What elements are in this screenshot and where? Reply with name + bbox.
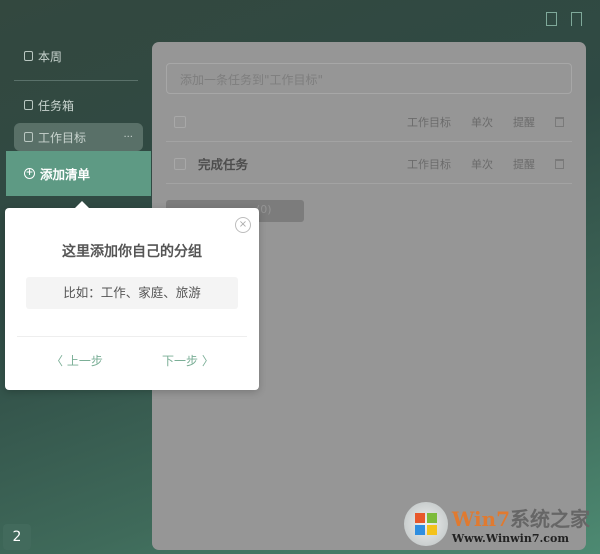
task-title[interactable]: 完成任务 [198,154,248,173]
list-icon [24,51,33,61]
next-step-button[interactable]: 下一步 〉 [162,352,214,369]
divider [17,336,247,337]
task-repeat[interactable]: 单次 [471,156,493,172]
task-row[interactable]: 完成任务 工作目标 单次 提醒 [166,144,572,184]
task-remind[interactable]: 提醒 [513,114,535,130]
task-checkbox[interactable] [174,157,186,170]
add-task-input[interactable]: 添加一条任务到"工作目标" [166,63,572,94]
top-toolbar [546,12,582,26]
list-icon [24,132,33,142]
sidebar-item-inbox[interactable]: 任务箱 [0,91,152,119]
task-row[interactable]: 工作目标 单次 提醒 [166,102,572,142]
sidebar-item-label: 工作目标 [38,130,87,145]
add-list-button[interactable]: + 添加清单 [6,151,151,196]
bookmark-icon[interactable] [571,12,582,26]
task-remind[interactable]: 提醒 [513,156,535,172]
trash-icon[interactable] [555,158,564,169]
sidebar-item-work-goals[interactable]: 工作目标 ··· [14,123,143,151]
sidebar-item-week[interactable]: 本周 [0,42,152,70]
sidebar: 本周 任务箱 工作目标 ··· + 添加清单 [0,40,152,196]
popup-title: 这里添加你自己的分组 [62,244,202,260]
prev-step-button[interactable]: 〈 上一步 [51,352,103,369]
watermark-brand-cn: 系统之家 [510,507,590,531]
sidebar-item-label: 本周 [38,49,63,64]
trash-icon[interactable] [555,116,564,127]
list-view-icon[interactable] [546,12,557,26]
list-icon [24,100,33,110]
plus-circle-icon: + [24,168,35,179]
popup-example: 比如：工作、家庭、旅游 [26,277,238,309]
divider [14,80,138,81]
add-list-label: 添加清单 [40,167,91,182]
notification-badge[interactable]: 2 [3,524,31,550]
more-icon[interactable]: ··· [123,132,133,143]
windows-logo-icon [403,502,448,546]
close-icon[interactable]: × [235,217,251,233]
task-repeat[interactable]: 单次 [471,114,493,130]
sidebar-item-label: 任务箱 [38,98,75,113]
task-list[interactable]: 工作目标 [407,156,451,172]
task-checkbox[interactable] [174,115,186,128]
watermark-brand: Win7 [451,507,510,531]
watermark: Win7系统之家 Www.Winwin7.com [403,502,590,546]
guide-popup: × 这里添加你自己的分组 比如：工作、家庭、旅游 〈 上一步 下一步 〉 [5,201,259,390]
task-list[interactable]: 工作目标 [407,114,451,130]
watermark-url: Www.Winwin7.com [451,532,569,545]
